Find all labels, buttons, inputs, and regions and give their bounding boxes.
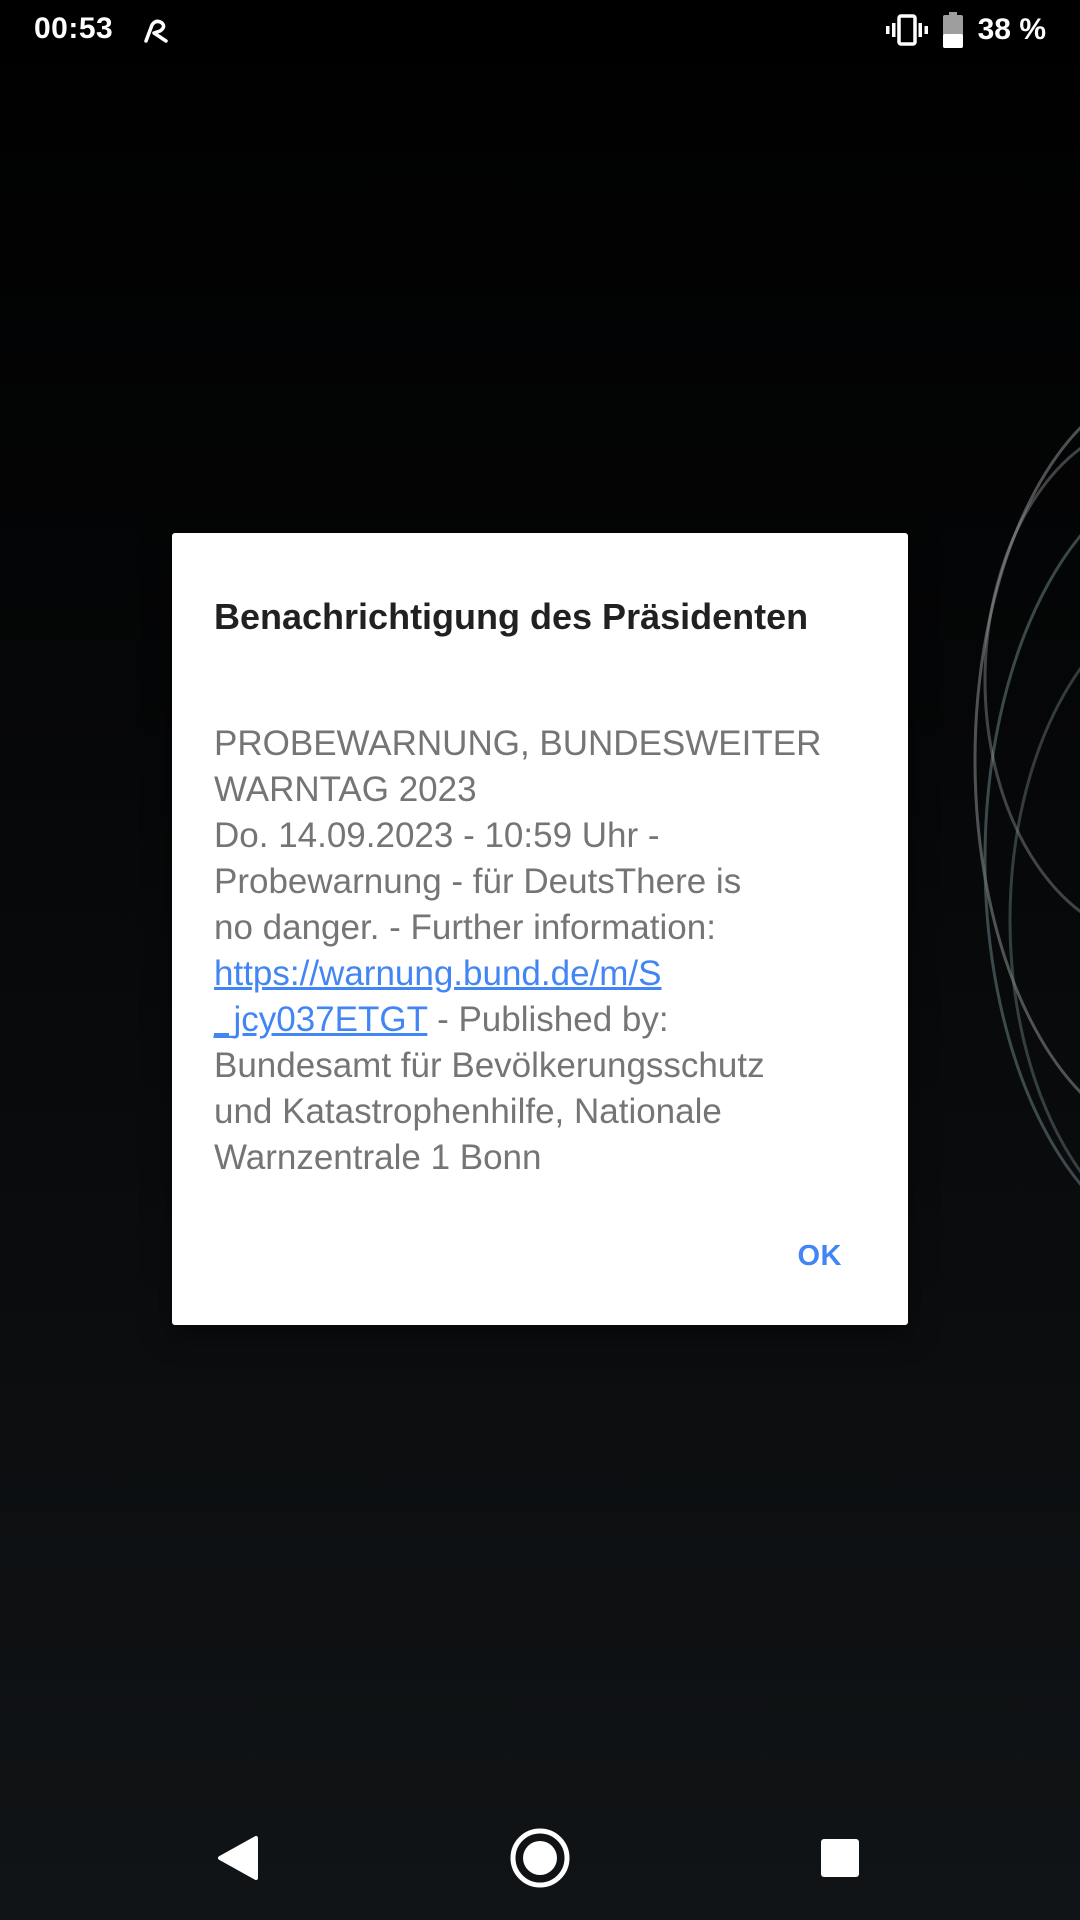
home-button[interactable]	[480, 1800, 600, 1920]
navigation-bar	[0, 1800, 1080, 1920]
battery-icon	[942, 12, 964, 48]
published-by-label: - Published by:	[427, 1000, 669, 1039]
message-line: und Katastrophenhilfe, Nationale	[214, 1092, 722, 1131]
back-icon	[216, 1834, 260, 1887]
message-line: Bundesamt für Bevölkerungsschutz	[214, 1046, 765, 1085]
status-time: 00:53	[34, 12, 114, 45]
message-line: Do. 14.09.2023 - 10:59 Uhr -	[214, 816, 660, 855]
recents-icon	[819, 1837, 861, 1884]
battery-percent: 38 %	[977, 13, 1046, 46]
status-icons: 38 %	[885, 12, 1046, 48]
back-button[interactable]	[178, 1800, 298, 1920]
vibrate-icon	[885, 14, 928, 46]
warning-link[interactable]: https://warnung.bund.de/m/S	[214, 954, 662, 993]
status-bar: 00:53 38 %	[0, 0, 1080, 62]
recents-button[interactable]	[780, 1800, 900, 1920]
message-line: Probewarnung - für DeutsThere is	[214, 862, 742, 901]
message-line: PROBEWARNUNG, BUNDESWEITER	[214, 724, 822, 763]
dialog-title: Benachrichtigung des Präsidenten	[214, 596, 809, 637]
message-line: WARNTAG 2023	[214, 770, 477, 809]
alert-dialog: Benachrichtigung des Präsidenten PROBEWA…	[172, 533, 908, 1325]
message-line: no danger. - Further information:	[214, 908, 716, 947]
app-notification-icon	[140, 15, 172, 47]
dialog-message: PROBEWARNUNG, BUNDESWEITER WARNTAG 2023 …	[214, 721, 854, 1181]
ok-button[interactable]: OK	[788, 1232, 853, 1281]
warning-link-continued[interactable]: _jcy037ETGT	[214, 1000, 427, 1039]
home-icon	[509, 1827, 571, 1894]
message-line: Warnzentrale 1 Bonn	[214, 1138, 542, 1177]
